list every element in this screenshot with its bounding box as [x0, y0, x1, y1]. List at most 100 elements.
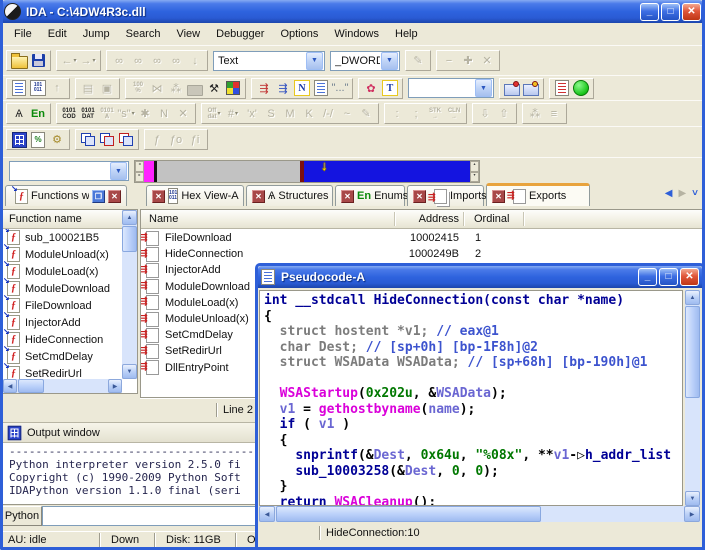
menu-view[interactable]: View: [168, 26, 208, 42]
functions-window-icon[interactable]: [312, 80, 330, 97]
xrefs-to-icon[interactable]: ⇶: [274, 80, 292, 97]
xrefs-from-icon[interactable]: ⇶: [255, 80, 273, 97]
close-icon[interactable]: ✕: [492, 190, 505, 203]
menu-windows[interactable]: Windows: [326, 26, 387, 42]
export-row[interactable]: FileDownload100024151: [141, 230, 701, 246]
undefine-icon[interactable]: ✕: [174, 105, 192, 122]
function-row[interactable]: ƒHideConnection: [3, 331, 122, 348]
make-string-icon[interactable]: "s"▾: [117, 105, 135, 122]
collapse-icon[interactable]: ⋈: [148, 80, 166, 97]
make-struct-icon[interactable]: 0101 Ѧ: [98, 105, 116, 122]
function-row[interactable]: ƒSetCmdDelay: [3, 348, 122, 365]
tab-imports[interactable]: ✕Imports: [407, 185, 484, 206]
pseudocode-title-bar[interactable]: Pseudocode-A _ □ ✕: [258, 266, 702, 288]
number-icon[interactable]: #▾: [224, 105, 242, 122]
function-edit-icon[interactable]: ƒ: [148, 131, 166, 148]
function-row[interactable]: ƒsub_100021B5: [3, 229, 122, 246]
menu-help[interactable]: Help: [387, 26, 426, 42]
make-name-icon[interactable]: N: [155, 105, 173, 122]
function-start-icon[interactable]: ƒo: [167, 131, 185, 148]
tab-hex-view-a[interactable]: ✕101 011Hex View-A: [146, 185, 244, 206]
problems-icon[interactable]: [553, 80, 571, 97]
minimize-button[interactable]: _: [638, 268, 657, 286]
scroll-down-icon[interactable]: ▼: [685, 491, 700, 506]
scroll-up-icon[interactable]: ▲: [685, 290, 700, 305]
back-icon[interactable]: ←▾: [60, 52, 78, 69]
remove-icon[interactable]: −: [440, 52, 458, 69]
windows-close-icon[interactable]: [117, 131, 135, 148]
close-icon[interactable]: ✕: [252, 190, 265, 203]
struct-offset-icon[interactable]: /-/: [319, 105, 337, 122]
function-row[interactable]: ƒInjectorAdd: [3, 314, 122, 331]
jump-down-icon[interactable]: ↓: [186, 52, 204, 69]
text-window-icon[interactable]: T: [381, 80, 399, 97]
function-row[interactable]: ƒModuleDownload: [3, 280, 122, 297]
tab-functions-window[interactable]: ƒ Functions wind... ❐ ✕: [5, 185, 127, 206]
scroll-left-icon[interactable]: ◀: [259, 506, 275, 522]
open-file-icon[interactable]: [10, 52, 28, 69]
lock-icon[interactable]: ▣: [98, 80, 116, 97]
save-icon[interactable]: [29, 52, 47, 69]
semicolon-comment-icon[interactable]: ;: [407, 105, 425, 122]
stack-icon[interactable]: STK →: [426, 105, 444, 122]
exports-header[interactable]: Name Address Ordinal: [141, 210, 702, 229]
chevron-down-icon[interactable]: ▼: [475, 79, 492, 97]
char-icon[interactable]: 'x': [243, 105, 261, 122]
produce-file-alt-icon[interactable]: [522, 80, 540, 97]
offset-icon[interactable]: Off dat▾: [205, 105, 223, 122]
function-row[interactable]: ƒModuleUnload(x): [3, 246, 122, 263]
minimize-button[interactable]: _: [640, 3, 659, 21]
structures-icon[interactable]: Ѧ: [10, 105, 28, 122]
function-row[interactable]: ƒSetRedirUrl: [3, 365, 122, 379]
restore-icon[interactable]: ❐: [92, 190, 105, 203]
search-type-combo[interactable]: Text▼: [213, 51, 325, 71]
search-text-icon[interactable]: ∞: [167, 52, 185, 69]
make-array-icon[interactable]: ✱: [136, 105, 154, 122]
maximize-button[interactable]: □: [661, 3, 680, 21]
make-data-icon[interactable]: 0101 DAT: [79, 105, 97, 122]
tab-exports[interactable]: ✕Exports: [486, 183, 590, 206]
band-segment-regular-code[interactable]: [304, 161, 470, 182]
menu-edit[interactable]: Edit: [40, 26, 75, 42]
make-code-icon[interactable]: 0101 COD: [60, 105, 78, 122]
name-combo[interactable]: ▼: [408, 78, 494, 98]
windows-tile-icon[interactable]: [98, 131, 116, 148]
search-binary-icon[interactable]: ∞: [148, 52, 166, 69]
scroll-thumb[interactable]: [685, 306, 700, 398]
call-tree-icon[interactable]: ⁂: [526, 105, 544, 122]
segment-icon[interactable]: S: [262, 105, 280, 122]
close-button[interactable]: ✕: [682, 3, 701, 21]
print-icon[interactable]: [186, 80, 204, 97]
band-segment-library-functions[interactable]: [144, 161, 154, 182]
band-scroll-left[interactable]: ◂▸: [135, 161, 144, 182]
menu-search[interactable]: Search: [118, 26, 169, 42]
scroll-right-icon[interactable]: ▶: [684, 506, 700, 522]
forward-icon[interactable]: →▾: [79, 52, 97, 69]
edit-comment-icon[interactable]: ✎: [357, 105, 375, 122]
scroll-down-icon[interactable]: ▼: [122, 364, 137, 379]
chart-icon[interactable]: ≡: [545, 105, 563, 122]
scroll-thumb[interactable]: [122, 226, 137, 252]
main-title-bar[interactable]: IDA - C:\4DW4R3c.dll _ □ ✕: [0, 0, 705, 23]
enums-icon[interactable]: En: [29, 105, 47, 122]
calculator-icon[interactable]: [10, 131, 28, 148]
delete-icon[interactable]: ✕: [478, 52, 496, 69]
search-icon[interactable]: ∞: [110, 52, 128, 69]
invert-sign-icon[interactable]: ~: [338, 105, 356, 122]
menu-jump[interactable]: Jump: [75, 26, 118, 42]
script-icon[interactable]: %: [29, 131, 47, 148]
jump-top-icon[interactable]: ⇧: [495, 105, 513, 122]
python-prompt-button[interactable]: Python: [2, 506, 42, 526]
jump-up-icon[interactable]: ↑: [48, 80, 66, 97]
menu-options[interactable]: Options: [272, 26, 326, 42]
function-row[interactable]: ƒFileDownload: [3, 297, 122, 314]
tab-scroll-left-icon[interactable]: ◀: [665, 188, 673, 199]
pseudocode-view[interactable]: int __stdcall HideConnection(const char …: [259, 290, 683, 506]
close-button[interactable]: ✕: [680, 268, 699, 286]
address-combo[interactable]: ▼: [9, 161, 129, 181]
chevron-down-icon[interactable]: ▼: [306, 52, 323, 70]
tab-list-icon[interactable]: ˅: [692, 188, 698, 199]
hex-view-icon[interactable]: 101 011: [29, 80, 47, 97]
jump-bottom-icon[interactable]: ⇩: [476, 105, 494, 122]
strings-window-icon[interactable]: "...": [331, 80, 349, 97]
